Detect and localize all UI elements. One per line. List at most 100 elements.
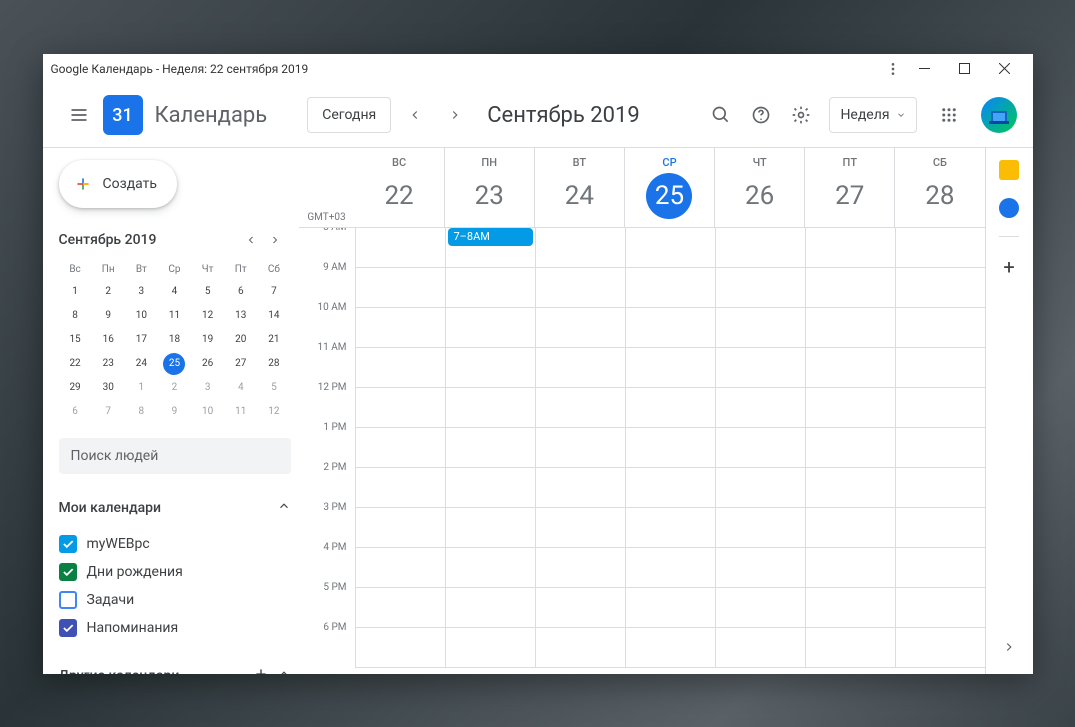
mini-day[interactable]: 1 xyxy=(59,280,92,304)
hour-cell[interactable] xyxy=(716,228,805,268)
hour-cell[interactable] xyxy=(536,308,625,348)
hour-cell[interactable] xyxy=(626,628,715,668)
mini-day[interactable]: 27 xyxy=(224,352,257,376)
hour-cell[interactable] xyxy=(626,468,715,508)
mini-day[interactable]: 25 xyxy=(163,353,185,375)
hour-cell[interactable] xyxy=(536,388,625,428)
minimize-button[interactable] xyxy=(905,55,945,83)
hour-cell[interactable] xyxy=(896,548,985,588)
mini-day[interactable]: 2 xyxy=(92,280,125,304)
search-icon[interactable] xyxy=(701,95,741,135)
mini-day[interactable]: 7 xyxy=(257,280,290,304)
apps-icon[interactable] xyxy=(929,95,969,135)
hour-cell[interactable] xyxy=(536,628,625,668)
mini-day[interactable]: 6 xyxy=(59,400,92,424)
hour-cell[interactable] xyxy=(446,268,535,308)
mini-day[interactable]: 10 xyxy=(125,304,158,328)
hour-cell[interactable] xyxy=(806,308,895,348)
hour-cell[interactable] xyxy=(356,348,445,388)
more-icon[interactable] xyxy=(881,61,905,77)
mini-prev-button[interactable] xyxy=(239,228,263,252)
hour-cell[interactable] xyxy=(806,428,895,468)
hour-cell[interactable] xyxy=(626,548,715,588)
mini-day[interactable]: 28 xyxy=(257,352,290,376)
day-header[interactable]: ПТ27 xyxy=(804,148,894,227)
mini-next-button[interactable] xyxy=(263,228,287,252)
day-column[interactable]: 7–8AM xyxy=(445,228,535,668)
hour-cell[interactable] xyxy=(806,348,895,388)
mini-day[interactable]: 24 xyxy=(125,352,158,376)
hour-cell[interactable] xyxy=(626,268,715,308)
hour-cell[interactable] xyxy=(536,548,625,588)
hour-cell[interactable] xyxy=(896,428,985,468)
calendar-item[interactable]: Напоминания xyxy=(59,614,291,642)
mini-day[interactable]: 20 xyxy=(224,328,257,352)
hour-cell[interactable] xyxy=(806,628,895,668)
hour-cell[interactable] xyxy=(536,268,625,308)
hour-cell[interactable] xyxy=(716,548,805,588)
mini-day[interactable]: 5 xyxy=(191,280,224,304)
hour-cell[interactable] xyxy=(356,628,445,668)
hour-cell[interactable] xyxy=(536,468,625,508)
hour-cell[interactable] xyxy=(356,548,445,588)
view-selector[interactable]: Неделя xyxy=(829,97,916,133)
help-icon[interactable] xyxy=(741,95,781,135)
hour-cell[interactable] xyxy=(446,388,535,428)
add-calendar-icon[interactable] xyxy=(253,666,269,674)
day-header[interactable]: ЧТ26 xyxy=(714,148,804,227)
mini-day[interactable]: 23 xyxy=(92,352,125,376)
mini-day[interactable]: 22 xyxy=(59,352,92,376)
hour-cell[interactable] xyxy=(806,468,895,508)
mini-day[interactable]: 13 xyxy=(224,304,257,328)
hour-cell[interactable] xyxy=(626,388,715,428)
hour-cell[interactable] xyxy=(536,508,625,548)
maximize-button[interactable] xyxy=(945,55,985,83)
mini-day[interactable]: 11 xyxy=(224,400,257,424)
mini-day[interactable]: 21 xyxy=(257,328,290,352)
day-column[interactable] xyxy=(805,228,895,668)
hour-cell[interactable] xyxy=(806,228,895,268)
hamburger-icon[interactable] xyxy=(59,95,99,135)
hour-cell[interactable] xyxy=(896,228,985,268)
hour-cell[interactable] xyxy=(536,428,625,468)
mini-day[interactable]: 3 xyxy=(191,376,224,400)
mini-day[interactable]: 29 xyxy=(59,376,92,400)
hour-cell[interactable] xyxy=(896,308,985,348)
addon-plus-icon[interactable]: + xyxy=(1003,255,1014,279)
mini-day[interactable]: 6 xyxy=(224,280,257,304)
hour-cell[interactable] xyxy=(446,508,535,548)
calendar-item[interactable]: myWEBpc xyxy=(59,530,291,558)
mini-day[interactable]: 4 xyxy=(158,280,191,304)
mini-day[interactable]: 12 xyxy=(257,400,290,424)
day-column[interactable] xyxy=(535,228,625,668)
hour-cell[interactable] xyxy=(446,588,535,628)
day-number[interactable]: 28 xyxy=(917,173,963,219)
hour-cell[interactable] xyxy=(716,588,805,628)
close-button[interactable] xyxy=(985,55,1025,83)
mini-day[interactable]: 4 xyxy=(224,376,257,400)
hour-cell[interactable] xyxy=(356,308,445,348)
hour-cell[interactable] xyxy=(716,268,805,308)
day-header[interactable]: СР25 xyxy=(624,148,714,227)
day-column[interactable] xyxy=(355,228,445,668)
mini-day[interactable]: 14 xyxy=(257,304,290,328)
checkbox[interactable] xyxy=(59,563,77,581)
hour-cell[interactable] xyxy=(806,588,895,628)
mini-day[interactable]: 10 xyxy=(191,400,224,424)
mini-day[interactable]: 30 xyxy=(92,376,125,400)
day-number[interactable]: 23 xyxy=(466,173,512,219)
hour-cell[interactable] xyxy=(806,388,895,428)
day-number[interactable]: 24 xyxy=(556,173,602,219)
hour-cell[interactable] xyxy=(446,348,535,388)
mini-day[interactable]: 12 xyxy=(191,304,224,328)
mini-day[interactable]: 17 xyxy=(125,328,158,352)
day-header[interactable]: СБ28 xyxy=(894,148,984,227)
calendar-event[interactable]: 7–8AM xyxy=(448,228,533,246)
hour-cell[interactable] xyxy=(446,548,535,588)
hour-cell[interactable] xyxy=(626,428,715,468)
hour-cell[interactable] xyxy=(626,588,715,628)
next-week-button[interactable] xyxy=(439,99,471,131)
checkbox[interactable] xyxy=(59,619,77,637)
hour-cell[interactable] xyxy=(806,508,895,548)
hour-cell[interactable] xyxy=(536,228,625,268)
